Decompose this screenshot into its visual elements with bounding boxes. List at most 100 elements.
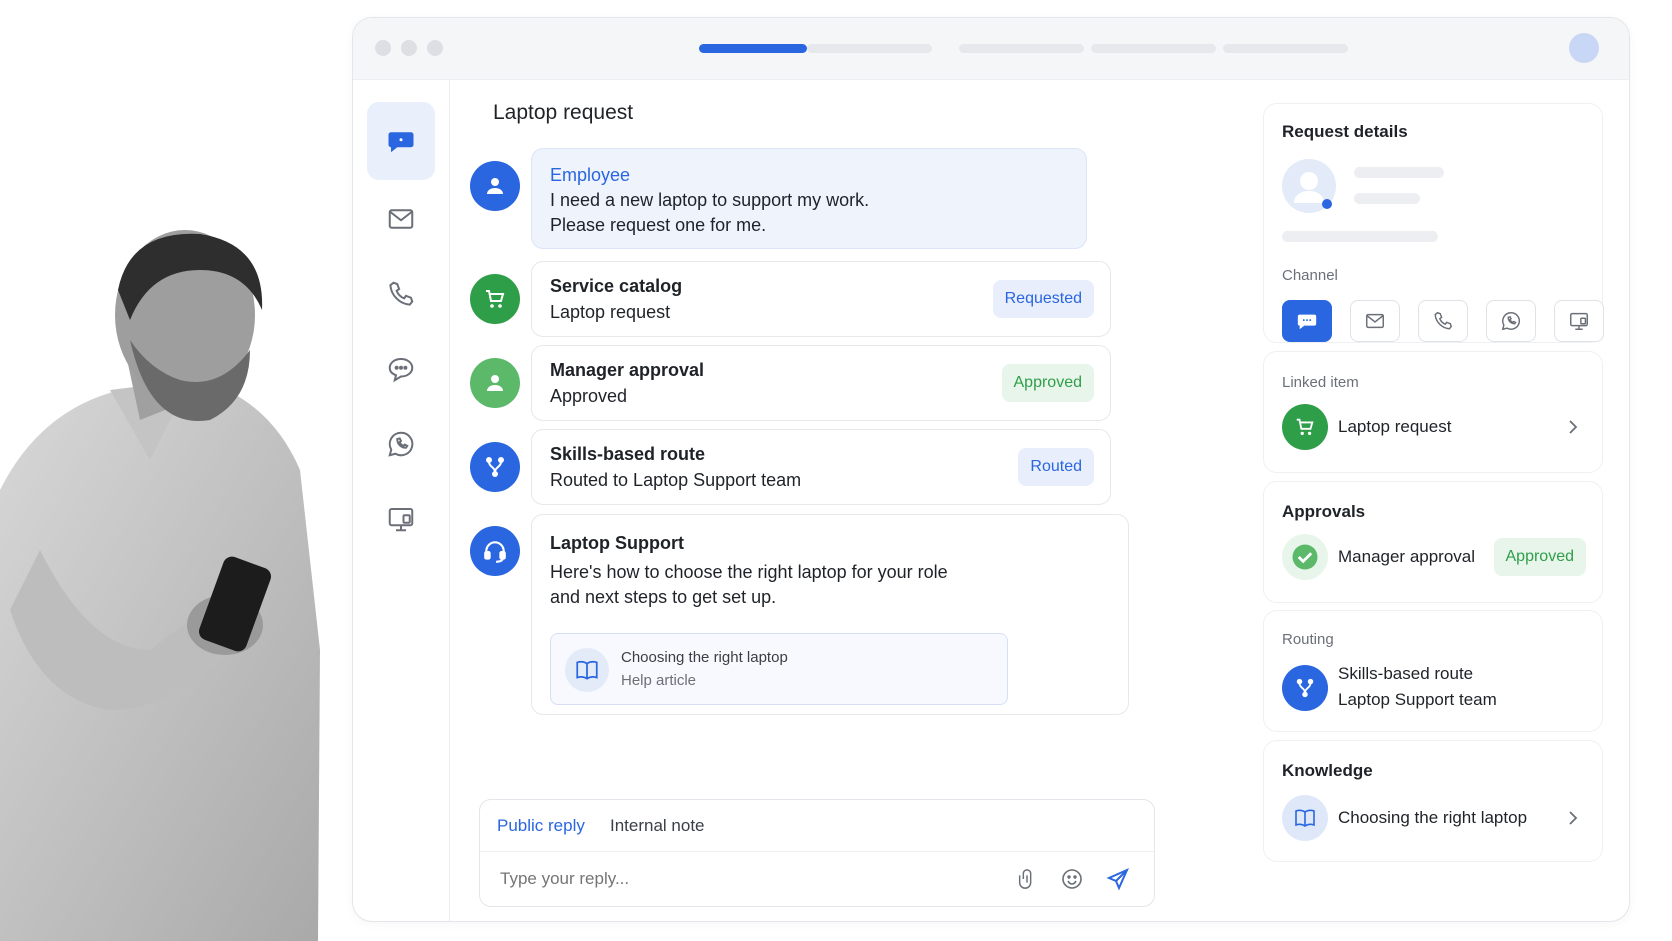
- route-fork-icon: [486, 457, 504, 477]
- message-line: Please request one for me.: [550, 215, 767, 235]
- timeline-title: Service catalog: [550, 276, 683, 296]
- channel-phone-button[interactable]: [1418, 300, 1468, 342]
- message-bubble-icon: [388, 357, 414, 383]
- knowledge-article-link[interactable]: Choosing the right laptop: [1338, 805, 1527, 831]
- article-subtitle: Help article: [621, 672, 697, 689]
- stage: Laptop request Employee I need a new lap…: [0, 0, 1672, 941]
- rail-message-button[interactable]: [367, 330, 435, 408]
- chat-icon: [388, 132, 414, 153]
- employee-avatar: [470, 161, 520, 211]
- timeline-title: Skills-based route: [550, 444, 706, 464]
- message-card-laptop-support: Laptop Support Here's how to choose the …: [531, 514, 1129, 715]
- headset-icon: [484, 541, 506, 563]
- manager-avatar: [470, 358, 520, 408]
- knowledge-panel: Knowledge Choosing the right laptop: [1263, 740, 1603, 862]
- request-details-title: Request details: [1282, 122, 1408, 141]
- skeleton-line: [1282, 231, 1438, 242]
- mail-icon: [388, 209, 414, 229]
- book-icon-wrap: [565, 648, 609, 692]
- rail-screen-button[interactable]: [367, 480, 435, 558]
- emoji-icon[interactable]: [1060, 867, 1084, 891]
- status-badge-approved: Approved: [1001, 364, 1094, 402]
- service-catalog-avatar: [470, 274, 520, 324]
- help-article-link[interactable]: Choosing the right laptop Help article: [550, 633, 1008, 705]
- channel-chat-button[interactable]: [1282, 300, 1332, 342]
- linked-item-link[interactable]: Laptop request: [1338, 414, 1451, 440]
- attach-icon[interactable]: [1016, 867, 1038, 891]
- approval-item: Manager approval: [1338, 547, 1476, 566]
- timeline-card-service-catalog: Service catalog Laptop request Requested: [531, 261, 1111, 337]
- check-circle-icon: [1292, 544, 1318, 570]
- status-badge-requested: Requested: [992, 280, 1094, 318]
- message-line: and next steps to get set up.: [550, 587, 777, 607]
- channel-mail-button[interactable]: [1350, 300, 1400, 342]
- mail-icon: [1366, 313, 1384, 329]
- timeline-text: Routed to Laptop Support team: [550, 470, 802, 490]
- book-icon: [1295, 809, 1315, 827]
- window-dot[interactable]: [427, 40, 443, 56]
- message-card-employee: Employee I need a new laptop to support …: [531, 148, 1087, 249]
- message-line: I need a new laptop to support my work.: [550, 190, 870, 210]
- routing-line: Skills-based route: [1338, 664, 1474, 683]
- timeline-card-skills-route: Skills-based route Routed to Laptop Supp…: [531, 429, 1111, 505]
- route-avatar: [470, 442, 520, 492]
- screen-icon: [1570, 312, 1588, 330]
- progress-step: [959, 44, 1084, 53]
- routing-label: Routing: [1282, 631, 1334, 648]
- chevron-right-icon[interactable]: [1566, 418, 1580, 436]
- user-icon: [1294, 172, 1332, 209]
- rail-phone-button[interactable]: [367, 255, 435, 333]
- progress-step: [1091, 44, 1216, 53]
- channel-rail: [353, 80, 450, 921]
- progress-step: [807, 44, 932, 53]
- user-avatar[interactable]: [1569, 33, 1599, 63]
- message-author: Employee: [550, 165, 631, 185]
- channel-whatsapp-button[interactable]: [1486, 300, 1536, 342]
- window-dot[interactable]: [375, 40, 391, 56]
- book-icon: [576, 660, 598, 680]
- timeline-text: Approved: [550, 386, 628, 406]
- timeline-card-manager-approval: Manager approval Approved Approved: [531, 345, 1111, 421]
- message-author: Laptop Support: [550, 533, 684, 553]
- tab-public-reply[interactable]: Public reply: [497, 816, 585, 836]
- channel-label: Channel: [1282, 267, 1338, 284]
- skeleton-line: [1354, 167, 1444, 178]
- progress-step: [1223, 44, 1348, 53]
- message-line: Here's how to choose the right laptop fo…: [550, 562, 948, 582]
- tab-internal-note[interactable]: Internal note: [610, 816, 705, 836]
- rail-mail-button[interactable]: [367, 180, 435, 258]
- phone-icon: [1434, 311, 1453, 330]
- reply-composer: Public reply Internal note: [479, 799, 1155, 907]
- whatsapp-icon: [388, 431, 414, 457]
- cart-icon: [1296, 418, 1314, 436]
- timeline-text: Laptop request: [550, 302, 671, 322]
- window-dot[interactable]: [401, 40, 417, 56]
- skeleton-line: [1354, 193, 1420, 204]
- cart-avatar: [1282, 404, 1328, 450]
- rail-chat-button[interactable]: [367, 102, 435, 180]
- rail-whatsapp-button[interactable]: [367, 405, 435, 483]
- send-icon[interactable]: [1106, 867, 1130, 891]
- reply-tabs: Public reply Internal note: [480, 800, 1154, 852]
- app-window: Laptop request Employee I need a new lap…: [352, 17, 1630, 922]
- knowledge-avatar: [1282, 795, 1328, 841]
- progress-step-active: [699, 44, 807, 53]
- user-icon: [487, 178, 503, 194]
- route-fork-icon: [1296, 678, 1314, 698]
- status-badge-routed: Routed: [1018, 448, 1094, 486]
- linked-item-panel: Linked item Laptop request: [1263, 351, 1603, 473]
- approvals-panel: Approvals Manager approval Approved: [1263, 481, 1603, 603]
- person-with-phone-illustration: [0, 230, 320, 941]
- chat-icon: [1297, 314, 1317, 330]
- linked-item-label: Linked item: [1282, 374, 1359, 391]
- support-agent-avatar: [470, 526, 520, 576]
- screen-share-icon: [388, 508, 414, 532]
- article-title: Choosing the right laptop: [621, 649, 788, 666]
- reply-input[interactable]: [500, 866, 980, 892]
- approval-check-avatar: [1282, 534, 1328, 580]
- timeline-title: Manager approval: [550, 360, 705, 380]
- chevron-right-icon[interactable]: [1566, 809, 1580, 827]
- request-details-panel: Request details Channel: [1263, 103, 1604, 343]
- channel-screen-button[interactable]: [1554, 300, 1604, 342]
- approvals-title: Approvals: [1282, 502, 1366, 521]
